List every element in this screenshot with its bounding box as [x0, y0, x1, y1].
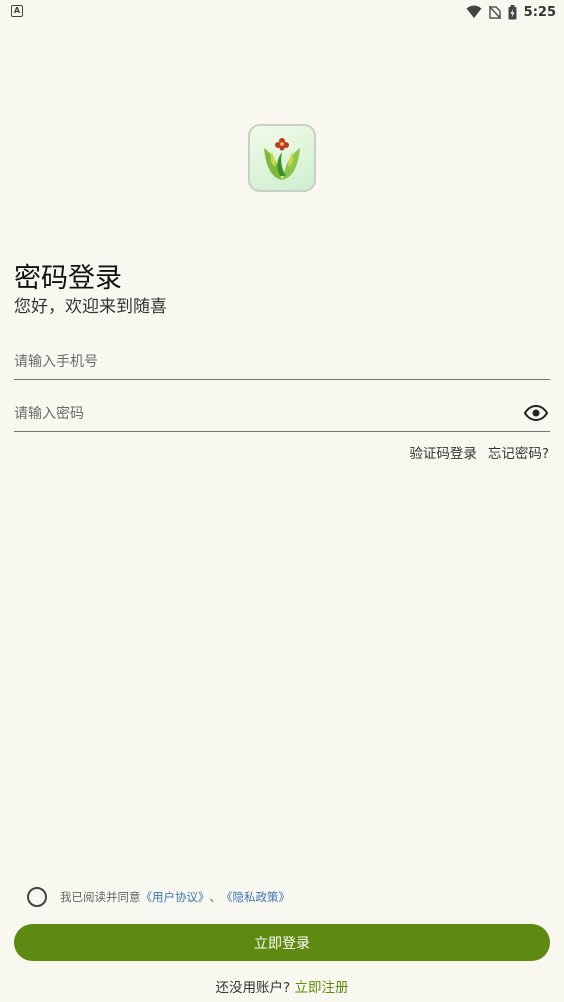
login-screen: A 5:25 密码登录 您好，欢迎来到随喜 请输入手机号 验证码登录 忘记密码?…: [0, 0, 564, 1002]
agree-radio[interactable]: [27, 887, 47, 907]
page-title: 密码登录: [14, 263, 122, 294]
password-field-container: [14, 396, 550, 432]
status-bar: A 5:25: [0, 0, 564, 24]
login-button[interactable]: 立即登录: [14, 924, 550, 961]
privacy-policy-link[interactable]: 《隐私政策》: [221, 889, 290, 905]
code-login-link[interactable]: 验证码登录: [409, 442, 477, 462]
agree-prefix: 我已阅读并同意: [60, 890, 141, 904]
phone-input[interactable]: [14, 344, 550, 379]
forgot-password-link[interactable]: 忘记密码?: [488, 442, 549, 462]
notification-icon: A: [11, 5, 23, 17]
agree-separator: 、: [209, 890, 222, 904]
eye-icon[interactable]: [524, 401, 548, 425]
no-account-text: 还没用账户?: [215, 980, 291, 996]
user-agreement-link[interactable]: 《用户协议》: [141, 889, 210, 905]
agreement-row: 我已阅读并同意 《用户协议》 、 《隐私政策》: [27, 887, 290, 907]
plant-logo-icon: [264, 138, 300, 180]
login-links: 验证码登录 忘记密码?: [409, 442, 549, 462]
no-sim-icon: [488, 5, 501, 19]
password-input[interactable]: [14, 396, 550, 431]
wifi-icon: [466, 5, 482, 18]
app-logo: [248, 124, 316, 192]
battery-icon: [508, 4, 517, 19]
status-icons: 5:25: [466, 3, 556, 21]
register-row: 还没用账户? 立即注册: [0, 976, 564, 996]
welcome-subtitle: 您好，欢迎来到随喜: [14, 297, 167, 317]
register-link[interactable]: 立即注册: [294, 980, 348, 996]
status-time: 5:25: [523, 4, 556, 20]
phone-field-container: [14, 344, 550, 380]
